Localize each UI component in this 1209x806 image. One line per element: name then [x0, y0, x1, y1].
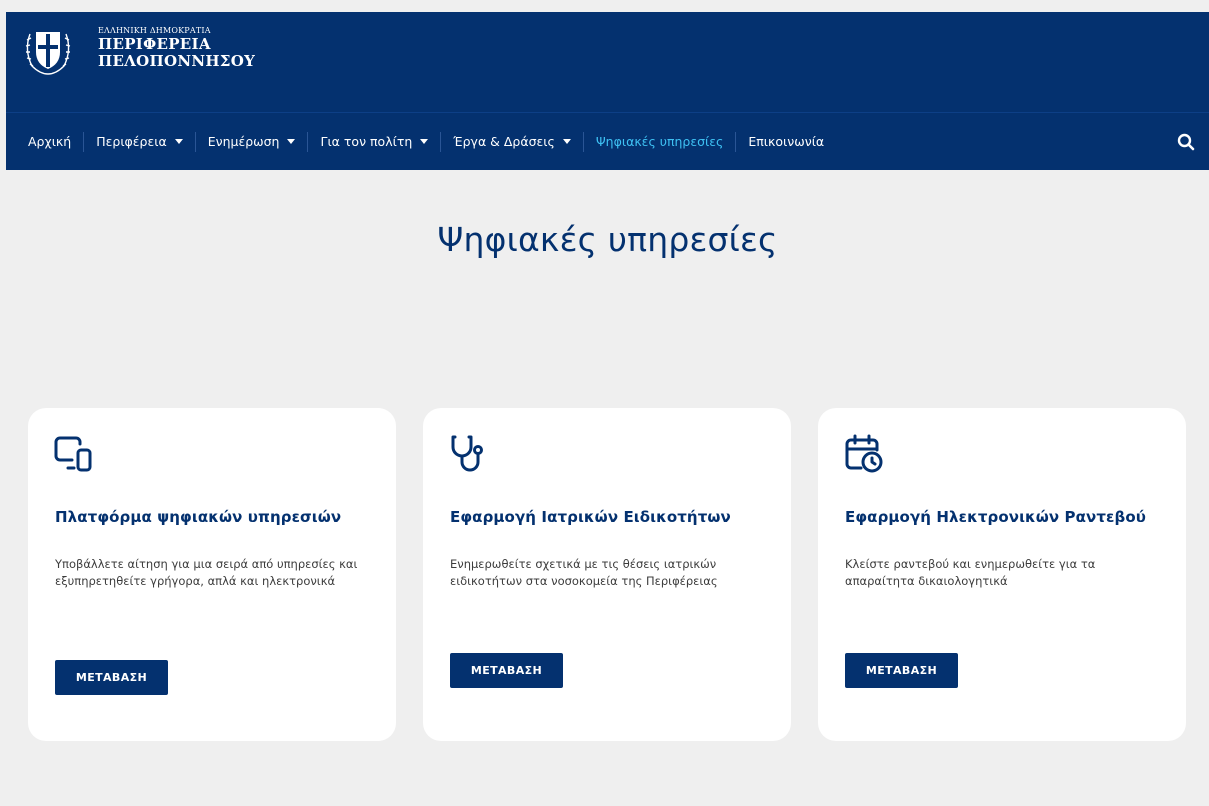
main-nav: Αρχική Περιφέρεια Ενημέρωση Για τον πολί… — [6, 112, 1209, 170]
nav-item-home[interactable]: Αρχική — [20, 132, 83, 152]
nav-item-label: Για τον πολίτη — [320, 134, 413, 149]
search-icon[interactable] — [1177, 133, 1195, 151]
go-button-appointments[interactable]: ΜΕΤΑΒΑΣΗ — [845, 653, 958, 688]
nav-item-label: Επικοινωνία — [748, 134, 825, 149]
caret-down-icon — [562, 139, 571, 144]
nav-item-label: Αρχική — [28, 134, 72, 149]
nav-item-news[interactable]: Ενημέρωση — [194, 131, 308, 152]
card-title: Εφαρμογή Ιατρικών Ειδικοτήτων — [450, 508, 731, 526]
card-description: Υποβάλλετε αίτηση για μια σειρά από υπηρ… — [55, 557, 358, 588]
card-title: Εφαρμογή Ηλεκτρονικών Ραντεβού — [845, 508, 1146, 526]
nav-item-label: Ενημέρωση — [207, 134, 280, 149]
nav-item-contact[interactable]: Επικοινωνία — [735, 131, 836, 152]
stethoscope-icon — [451, 435, 483, 472]
devices-icon — [54, 436, 92, 472]
page-title: Ψηφιακές υπηρεσίες — [437, 220, 778, 259]
caret-down-icon — [174, 139, 183, 144]
card-description: Ενημερωθείτε σχετικά με τις θέσεις ιατρι… — [450, 557, 718, 588]
nav-item-label: Έργα & Δράσεις — [453, 134, 555, 149]
go-button-platform[interactable]: ΜΕΤΑΒΑΣΗ — [55, 660, 168, 695]
nav-item-label: Ψηφιακές υπηρεσίες — [595, 134, 724, 149]
nav-item-label: Περιφέρεια — [96, 134, 167, 149]
card-title: Πλατφόρμα ψηφιακών υπηρεσιών — [55, 508, 342, 526]
caret-down-icon — [287, 139, 296, 144]
site-header: ΕΛΛΗΝΙΚΗ ΔΗΜΟΚΡΑΤΙΑ ΠΕΡΙΦΕΡΕΙΑ ΠΕΛΟΠΟΝΝΗ… — [6, 12, 1209, 112]
brand-region-line1: ΠΕΡΙΦΕΡΕΙΑ — [98, 35, 211, 53]
calendar-clock-icon — [845, 434, 883, 473]
site-logo[interactable]: ΕΛΛΗΝΙΚΗ ΔΗΜΟΚΡΑΤΙΑ ΠΕΡΙΦΕΡΕΙΑ ΠΕΛΟΠΟΝΝΗ… — [20, 22, 255, 78]
service-card-platform: Πλατφόρμα ψηφιακών υπηρεσιών Υποβάλλετε … — [28, 408, 396, 741]
nav-item-digital-services[interactable]: Ψηφιακές υπηρεσίες — [582, 131, 736, 152]
service-card-appointments: Εφαρμογή Ηλεκτρονικών Ραντεβού Κλείστε ρ… — [818, 408, 1186, 741]
caret-down-icon — [420, 139, 429, 144]
nav-item-projects[interactable]: Έργα & Δράσεις — [440, 131, 583, 152]
nav-item-region[interactable]: Περιφέρεια — [83, 131, 194, 152]
brand-region-line2: ΠΕΛΟΠΟΝΝΗΣΟΥ — [98, 52, 256, 70]
card-description: Κλείστε ραντεβού και ενημερωθείτε για τα… — [845, 557, 1096, 588]
greek-coat-of-arms-icon — [25, 32, 71, 75]
brand-text: ΕΛΛΗΝΙΚΗ ΔΗΜΟΚΡΑΤΙΑ ΠΕΡΙΦΕΡΕΙΑ ΠΕΛΟΠΟΝΝΗ… — [98, 26, 255, 70]
service-card-medical: Εφαρμογή Ιατρικών Ειδικοτήτων Ενημερωθεί… — [423, 408, 791, 741]
go-button-medical[interactable]: ΜΕΤΑΒΑΣΗ — [450, 653, 563, 688]
nav-list: Αρχική Περιφέρεια Ενημέρωση Για τον πολί… — [6, 113, 836, 170]
nav-item-citizen[interactable]: Για τον πολίτη — [307, 131, 440, 152]
site-frame: ΕΛΛΗΝΙΚΗ ΔΗΜΟΚΡΑΤΙΑ ΠΕΡΙΦΕΡΕΙΑ ΠΕΛΟΠΟΝΝΗ… — [6, 12, 1209, 806]
